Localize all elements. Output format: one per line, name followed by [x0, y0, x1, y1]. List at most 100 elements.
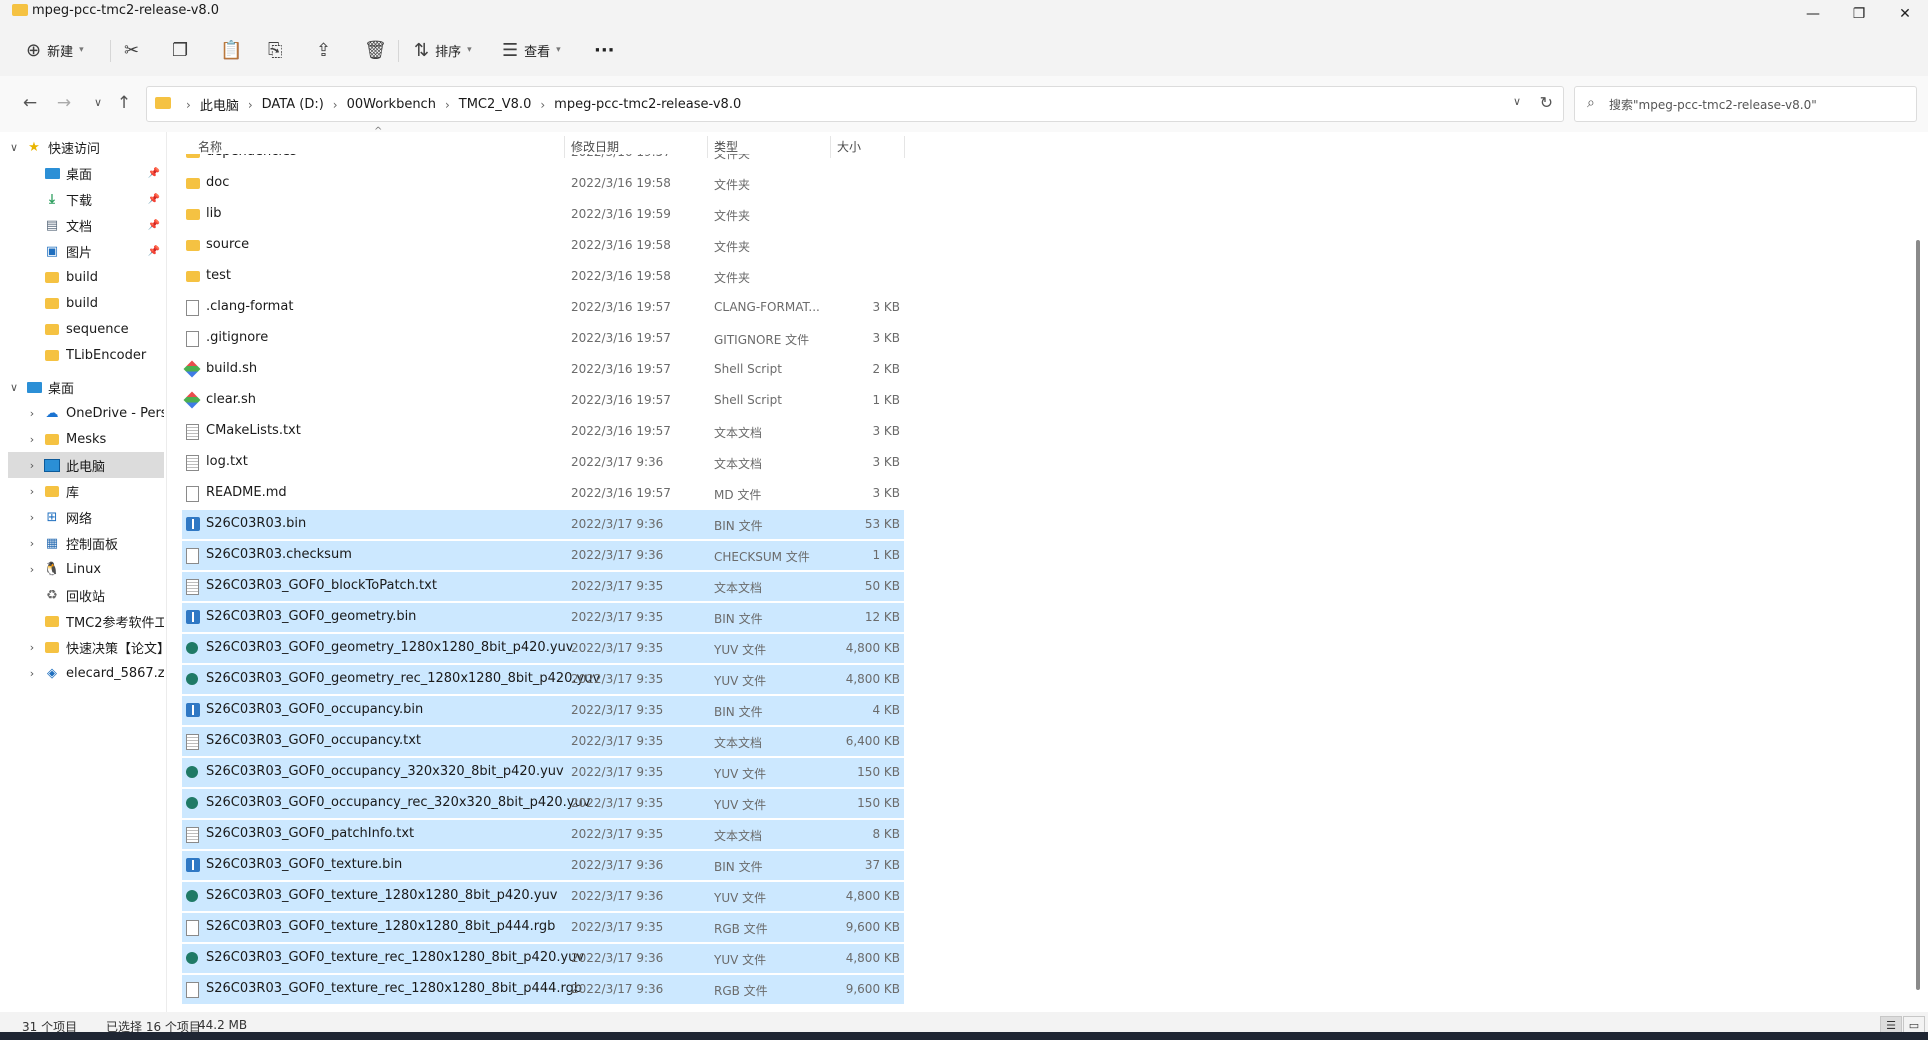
breadcrumb-this-pc[interactable]: 此电脑: [200, 95, 239, 114]
breadcrumb-current[interactable]: mpeg-pcc-tmc2-release-v8.0: [554, 97, 741, 112]
nav-quick-access[interactable]: ∨ ★ 快速访问: [8, 134, 164, 160]
file-row[interactable]: CMakeLists.txt 2022/3/16 19:57 文本文档 3 KB: [182, 417, 904, 446]
forward-arrow-icon[interactable]: →: [52, 93, 76, 115]
nav-item-downloads[interactable]: ⤓ 下载 📌: [8, 186, 164, 212]
chevron-down-icon[interactable]: ∨: [8, 141, 20, 154]
nav-item-sequence[interactable]: sequence: [8, 316, 164, 342]
chevron-right-icon[interactable]: ›: [26, 563, 38, 576]
paste-button[interactable]: 📋: [220, 36, 242, 64]
delete-button[interactable]: 🗑: [364, 36, 387, 64]
file-size: 6,400 KB: [845, 734, 900, 748]
file-row[interactable]: S26C03R03_GOF0_occupancy.bin 2022/3/17 9:…: [182, 696, 904, 725]
recent-chevron-icon[interactable]: ∨: [86, 96, 110, 118]
file-row[interactable]: .clang-format 2022/3/16 19:57 CLANG-FORMAT…: [182, 293, 904, 322]
file-row[interactable]: S26C03R03_GOF0_texture_rec_1280x1280_8bi…: [182, 944, 904, 973]
file-row[interactable]: S26C03R03_GOF0_geometry_rec_1280x1280_8b…: [182, 665, 904, 694]
nav-item-control-panel[interactable]: › ▦ 控制面板: [8, 530, 164, 556]
file-row[interactable]: S26C03R03_GOF0_texture_1280x1280_8bit_p4…: [182, 913, 904, 942]
text-file-icon: [186, 424, 199, 440]
file-size: 3 KB: [872, 424, 900, 438]
column-divider[interactable]: [904, 136, 905, 158]
file-row[interactable]: lib 2022/3/16 19:59 文件夹: [182, 200, 904, 229]
file-row[interactable]: S26C03R03_GOF0_geometry_1280x1280_8bit_p…: [182, 634, 904, 663]
share-button[interactable]: ⇪: [316, 36, 331, 64]
nav-item-paper-folder[interactable]: › 快速决策【论文】: [8, 634, 164, 660]
file-row[interactable]: S26C03R03.bin 2022/3/17 9:36 BIN 文件 53 KB: [182, 510, 904, 539]
file-row[interactable]: S26C03R03_GOF0_occupancy_rec_320x320_8bi…: [182, 789, 904, 818]
breadcrumb-tmc2[interactable]: TMC2_V8.0: [459, 97, 532, 112]
file-row[interactable]: S26C03R03_GOF0_geometry.bin 2022/3/17 9:3…: [182, 603, 904, 632]
cut-button[interactable]: ✂: [124, 36, 139, 64]
address-bar[interactable]: › 此电脑 › DATA (D:) › 00Workbench › TMC2_V…: [146, 86, 1564, 122]
breadcrumb-workbench[interactable]: 00Workbench: [347, 97, 436, 112]
view-button[interactable]: ☰ 查看 ▾: [502, 36, 561, 64]
file-row[interactable]: log.txt 2022/3/17 9:36 文本文档 3 KB: [182, 448, 904, 477]
rename-button[interactable]: ⎘: [268, 36, 282, 64]
file-row[interactable]: S26C03R03_GOF0_texture_1280x1280_8bit_p4…: [182, 882, 904, 911]
file-date: 2022/3/17 9:35: [571, 827, 664, 841]
chevron-right-icon[interactable]: ›: [26, 407, 38, 420]
nav-item-recycle-bin[interactable]: ♻ 回收站: [8, 582, 164, 608]
file-row[interactable]: S26C03R03_GOF0_patchInfo.txt 2022/3/17 9:…: [182, 820, 904, 849]
search-input[interactable]: ⌕ 搜索"mpeg-pcc-tmc2-release-v8.0": [1574, 86, 1917, 122]
nav-item-build[interactable]: build: [8, 264, 164, 290]
nav-item-network[interactable]: › ⊞ 网络: [8, 504, 164, 530]
file-row[interactable]: clear.sh 2022/3/16 19:57 Shell Script 1 KB: [182, 386, 904, 415]
file-size: 2 KB: [872, 362, 900, 376]
nav-item-desktop[interactable]: 桌面 📌: [8, 160, 164, 186]
cloud-icon: ☁: [45, 405, 59, 421]
nav-item-onedrive[interactable]: › ☁ OneDrive - Personal: [8, 400, 164, 426]
file-row[interactable]: test 2022/3/16 19:58 文件夹: [182, 262, 904, 291]
window-title: mpeg-pcc-tmc2-release-v8.0: [32, 3, 220, 18]
chevron-down-icon[interactable]: ∨: [1513, 95, 1521, 108]
nav-desktop-root[interactable]: ∨ 桌面: [8, 374, 164, 400]
nav-item-build[interactable]: build: [8, 290, 164, 316]
chevron-right-icon[interactable]: ›: [26, 641, 38, 654]
file-row[interactable]: dependencies 2022/3/16 19:57 文件夹: [182, 154, 904, 167]
back-arrow-icon[interactable]: ←: [18, 93, 42, 115]
cut-icon: ✂: [124, 39, 140, 61]
nav-item-elecard-zip[interactable]: › ◈ elecard_5867.zip: [8, 660, 164, 686]
file-row[interactable]: source 2022/3/16 19:58 文件夹: [182, 231, 904, 260]
chevron-right-icon[interactable]: ›: [26, 667, 38, 680]
chevron-down-icon: ▾: [556, 45, 561, 55]
file-row[interactable]: S26C03R03_GOF0_blockToPatch.txt 2022/3/17…: [182, 572, 904, 601]
nav-item-tlibencoder[interactable]: TLibEncoder: [8, 342, 164, 368]
nav-label: 文档: [66, 219, 93, 235]
file-row[interactable]: README.md 2022/3/16 19:57 MD 文件 3 KB: [182, 479, 904, 508]
nav-item-mesks[interactable]: › Mesks: [8, 426, 164, 452]
file-row[interactable]: S26C03R03_GOF0_texture_rec_1280x1280_8bi…: [182, 975, 904, 1004]
nav-item-linux[interactable]: › 🐧 Linux: [8, 556, 164, 582]
file-name: README.md: [206, 485, 287, 500]
file-row[interactable]: S26C03R03.checksum 2022/3/17 9:36 CHECKSUM…: [182, 541, 904, 570]
nav-item-library[interactable]: › 库: [8, 478, 164, 504]
file-row[interactable]: build.sh 2022/3/16 19:57 Shell Script 2 KB: [182, 355, 904, 384]
chevron-right-icon[interactable]: ›: [26, 485, 38, 498]
file-row[interactable]: S26C03R03_GOF0_occupancy_320x320_8bit_p4…: [182, 758, 904, 787]
nav-item-documents[interactable]: ▤ 文档 📌: [8, 212, 164, 238]
file-row[interactable]: .gitignore 2022/3/16 19:57 GITIGNORE 文件 3 K…: [182, 324, 904, 353]
file-date: 2022/3/17 9:35: [571, 920, 664, 934]
nav-label: sequence: [66, 321, 129, 337]
sort-button[interactable]: ⇅ 排序 ▾: [414, 36, 472, 64]
vertical-scrollbar[interactable]: [1916, 240, 1920, 990]
folder-icon: [186, 209, 200, 220]
chevron-right-icon[interactable]: ›: [26, 537, 38, 550]
nav-item-this-pc[interactable]: › 此电脑: [8, 452, 164, 478]
chevron-right-icon[interactable]: ›: [26, 511, 38, 524]
nav-item-pictures[interactable]: ▣ 图片 📌: [8, 238, 164, 264]
pane-divider[interactable]: [166, 132, 167, 1012]
file-row[interactable]: S26C03R03_GOF0_occupancy.txt 2022/3/17 9:…: [182, 727, 904, 756]
chevron-down-icon[interactable]: ∨: [8, 381, 20, 394]
file-row[interactable]: doc 2022/3/16 19:58 文件夹: [182, 169, 904, 198]
more-options-button[interactable]: ···: [594, 36, 615, 64]
chevron-right-icon[interactable]: ›: [26, 459, 38, 472]
chevron-right-icon[interactable]: ›: [26, 433, 38, 446]
up-arrow-icon[interactable]: ↑: [112, 93, 136, 115]
new-button[interactable]: ⊕ 新建 ▾: [26, 36, 84, 64]
nav-item-tmc2-folder[interactable]: TMC2参考软件工作: [8, 608, 164, 634]
refresh-icon[interactable]: ↻: [1540, 93, 1553, 112]
breadcrumb-drive[interactable]: DATA (D:): [262, 97, 324, 112]
file-row[interactable]: S26C03R03_GOF0_texture.bin 2022/3/17 9:36…: [182, 851, 904, 880]
copy-button[interactable]: ❐: [172, 36, 188, 64]
